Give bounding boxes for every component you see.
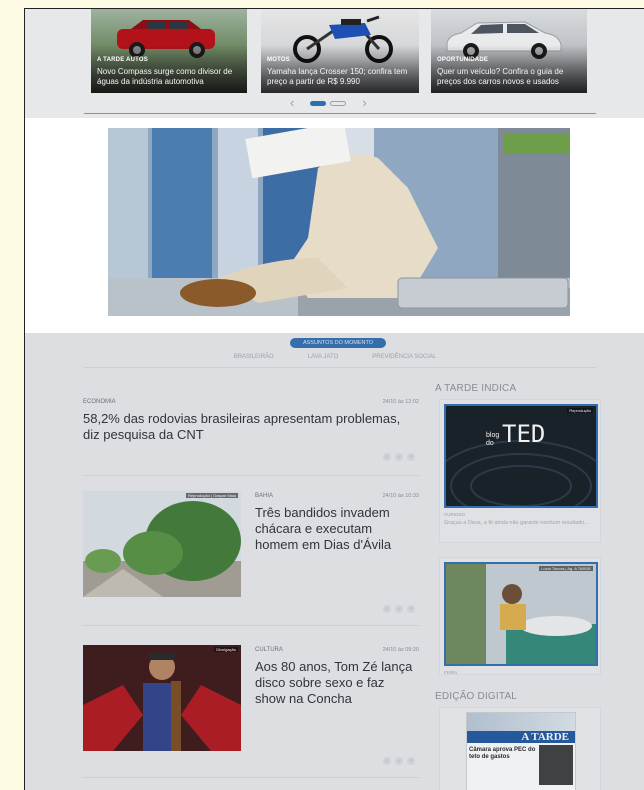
newspaper-photo (539, 745, 573, 785)
carousel-dot-active[interactable] (310, 100, 327, 106)
sidebar-title-indica: A TARDE INDICA (435, 383, 517, 394)
auto-carousel: A TARDE AUTOS Novo Compass surge como di… (25, 9, 644, 118)
like-icon[interactable]: ✓ (383, 453, 391, 461)
indica-card-ted[interactable]: blog do TED Reprodução CURIOSO Graças a … (439, 399, 601, 543)
advertisement-banner[interactable] (25, 118, 644, 333)
share-icon[interactable]: ↗ (407, 757, 415, 765)
share-buttons: ✓ • ↗ (383, 453, 415, 461)
section-divider (84, 113, 596, 114)
indica-category: CURIOSO (444, 512, 466, 517)
news-item[interactable]: ECONOMIA 24/10 às 12:02 58,2% das rodovi… (83, 397, 419, 476)
trending-pill: ASSUNTOS DO MOMENTO (290, 338, 386, 348)
news-date: 24/10 às 09:20 (382, 647, 419, 653)
comment-icon[interactable]: • (395, 757, 403, 765)
indica-card-feira[interactable]: Lúcio Távora | Ag. A TARDE FEIRA (439, 557, 601, 675)
card-title[interactable]: Yamaha lança Crosser 150; confira tem pr… (267, 67, 413, 87)
carousel-dots (310, 100, 347, 106)
indica-text[interactable]: Graças a Deus, a fé ainda não garante ne… (444, 520, 594, 527)
edicao-digital-card[interactable]: A TARDE Câmara aprova PEC do teto de gas… (439, 707, 601, 790)
comment-icon[interactable]: • (395, 453, 403, 461)
carousel-card-compass[interactable]: A TARDE AUTOS Novo Compass surge como di… (91, 9, 247, 93)
card-title[interactable]: Quer um veículo? Confira o guia de preço… (437, 67, 581, 87)
photo-credit: Reprodução | Gaspar Maia (186, 493, 238, 498)
trending-link-previdencia[interactable]: PREVIDÊNCIA SOCIAL (372, 354, 436, 360)
news-thumbnail-dias-davila[interactable]: Reprodução | Gaspar Maia (83, 491, 241, 597)
photo-credit: Divulgação (214, 647, 238, 652)
news-category: BAHIA (255, 493, 274, 499)
news-headline[interactable]: 58,2% das rodovias brasileiras apresenta… (83, 411, 419, 443)
trending-link-brasileirao[interactable]: BRASILEIRÃO (234, 354, 274, 360)
share-buttons: ✓ • ↗ (383, 757, 415, 765)
trending-subjects: ASSUNTOS DO MOMENTO BRASILEIRÃO LAVA JAT… (25, 333, 644, 383)
news-date: 24/10 às 12:02 (382, 399, 419, 405)
news-date: 24/10 às 10:33 (382, 493, 419, 499)
photo-credit: Reprodução (567, 408, 593, 413)
card-category: MOTOS (267, 57, 290, 63)
news-category: CULTURA (255, 647, 283, 653)
carousel-dot[interactable] (330, 100, 347, 106)
carousel-card-yamaha[interactable]: MOTOS Yamaha lança Crosser 150; confira … (261, 9, 419, 93)
news-headline[interactable]: Aos 80 anos, Tom Zé lança disco sobre se… (255, 659, 415, 707)
chevron-right-icon[interactable]: › (362, 96, 366, 109)
news-headline[interactable]: Três bandidos invadem chácara e executam… (255, 505, 415, 553)
newspaper-cover[interactable]: A TARDE Câmara aprova PEC do teto de gas… (466, 712, 576, 790)
news-thumbnail-tom-ze[interactable]: Divulgação (83, 645, 241, 751)
trending-links: BRASILEIRÃO LAVA JATO PREVIDÊNCIA SOCIAL (25, 354, 644, 360)
chevron-left-icon[interactable]: ‹ (290, 96, 294, 109)
carousel-card-guia[interactable]: OPORTUNIDADE Quer um veículo? Confira o … (431, 9, 587, 93)
news-item[interactable]: Divulgação CULTURA 24/10 às 09:20 Aos 80… (83, 645, 419, 785)
photo-credit: Lúcio Távora | Ag. A TARDE (539, 566, 593, 571)
feira-image[interactable]: Lúcio Távora | Ag. A TARDE (444, 562, 598, 666)
newspaper-headline: Câmara aprova PEC do teto de gastos (469, 747, 536, 760)
indica-category: FEIRA (444, 670, 458, 675)
comment-icon[interactable]: • (395, 605, 403, 613)
newspaper-masthead: A TARDE (467, 731, 575, 743)
ted-logo-small: blog do (486, 432, 500, 447)
share-icon[interactable]: ↗ (407, 453, 415, 461)
trending-link-lava-jato[interactable]: LAVA JATO (308, 354, 339, 360)
ted-logo: blog do TED (486, 420, 545, 448)
blog-do-ted-image[interactable]: blog do TED Reprodução (444, 404, 598, 508)
sidebar-title-edicao: EDIÇÃO DIGITAL (435, 691, 518, 702)
news-item[interactable]: Reprodução | Gaspar Maia BAHIA 24/10 às … (83, 491, 419, 631)
news-category: ECONOMIA (83, 399, 116, 405)
share-icon[interactable]: ↗ (407, 605, 415, 613)
card-title[interactable]: Novo Compass surge como divisor de águas… (97, 67, 241, 87)
card-category: OPORTUNIDADE (437, 57, 489, 63)
like-icon[interactable]: ✓ (383, 757, 391, 765)
share-buttons: ✓ • ↗ (383, 605, 415, 613)
carousel-navigation: ‹ › (290, 96, 367, 109)
ted-logo-big: TED (502, 420, 546, 448)
like-icon[interactable]: ✓ (383, 605, 391, 613)
page-frame: A TARDE AUTOS Novo Compass surge como di… (24, 8, 644, 790)
man-reading-newspaper-ad[interactable] (108, 128, 570, 316)
card-category: A TARDE AUTOS (97, 57, 148, 63)
